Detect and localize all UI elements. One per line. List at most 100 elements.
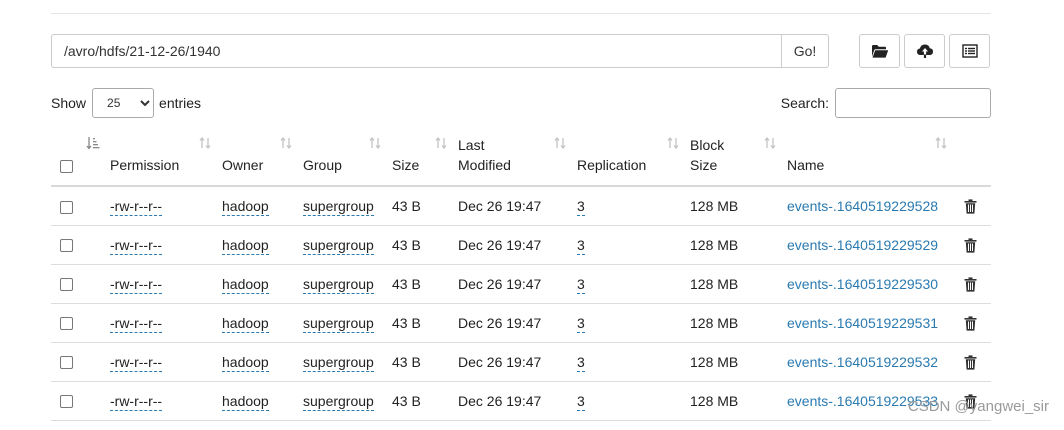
file-name-link[interactable]: events-.1640519229528 (787, 198, 938, 214)
create-directory-button[interactable] (859, 34, 900, 68)
size-value: 43 B (392, 275, 421, 292)
path-input[interactable] (51, 34, 781, 68)
replication-editable[interactable]: 3 (577, 197, 585, 216)
modified-cell: Dec 26 19:47 (458, 225, 577, 265)
block-size-cell: 128 MB (690, 264, 787, 304)
upload-button[interactable] (904, 34, 945, 68)
trash-icon[interactable] (964, 238, 977, 253)
block-size-cell: 128 MB (690, 381, 787, 421)
permission-editable[interactable]: -rw-r--r-- (110, 197, 163, 216)
owner-editable[interactable]: hadoop (222, 236, 269, 255)
row-checkbox[interactable] (60, 200, 73, 214)
permission-cell: -rw-r--r-- (110, 303, 222, 343)
owner-editable[interactable]: hadoop (222, 392, 269, 411)
trash-icon[interactable] (964, 316, 977, 331)
column-header[interactable]: Block Size (690, 130, 787, 187)
trash-icon[interactable] (964, 199, 977, 214)
group-editable[interactable]: supergroup (303, 236, 374, 255)
column-header[interactable]: Group (303, 130, 392, 187)
file-table: Permission Owner Group Size Last Modified Rep… (51, 130, 991, 421)
sort-icon[interactable] (368, 136, 382, 150)
permission-cell: -rw-r--r-- (110, 381, 222, 421)
owner-cell: hadoop (222, 264, 303, 304)
table-row: -rw-r--r-- hadoop supergroup 43 B Dec 26 19:… (51, 225, 991, 265)
trash-icon[interactable] (964, 277, 977, 292)
modified-value: Dec 26 19:47 (458, 392, 542, 409)
column-header-label: Last Modified (458, 137, 511, 173)
owner-editable[interactable]: hadoop (222, 197, 269, 216)
search-control: Search: (781, 88, 991, 118)
modified-cell: Dec 26 19:47 (458, 186, 577, 226)
owner-cell: hadoop (222, 342, 303, 382)
group-editable[interactable]: supergroup (303, 392, 374, 411)
sort-ascending-icon[interactable] (86, 136, 100, 150)
column-header-label: Permission (110, 157, 180, 173)
replication-cell: 3 (577, 186, 690, 226)
row-checkbox[interactable] (60, 395, 73, 409)
permission-editable[interactable]: -rw-r--r-- (110, 314, 163, 333)
owner-editable[interactable]: hadoop (222, 353, 269, 372)
sort-icon[interactable] (666, 136, 680, 150)
replication-editable[interactable]: 3 (577, 392, 585, 411)
sort-icon[interactable] (434, 136, 448, 150)
group-editable[interactable]: supergroup (303, 353, 374, 372)
column-header[interactable]: Permission (110, 130, 222, 187)
list-icon (961, 44, 978, 58)
name-cell: events-.1640519229529 (787, 225, 958, 265)
sort-icon[interactable] (198, 136, 212, 150)
owner-editable[interactable]: hadoop (222, 275, 269, 294)
replication-cell: 3 (577, 264, 690, 304)
owner-editable[interactable]: hadoop (222, 314, 269, 333)
permission-editable[interactable]: -rw-r--r-- (110, 275, 163, 294)
row-checkbox[interactable] (60, 356, 73, 370)
permission-cell: -rw-r--r-- (110, 225, 222, 265)
owner-cell: hadoop (222, 303, 303, 343)
permission-editable[interactable]: -rw-r--r-- (110, 236, 163, 255)
permission-editable[interactable]: -rw-r--r-- (110, 353, 163, 372)
modified-value: Dec 26 19:47 (458, 197, 542, 214)
file-name-link[interactable]: events-.1640519229532 (787, 354, 938, 370)
sort-icon[interactable] (553, 136, 567, 150)
folder-open-icon (871, 44, 888, 58)
group-editable[interactable]: supergroup (303, 314, 374, 333)
sort-icon[interactable] (934, 136, 948, 150)
row-checkbox[interactable] (60, 278, 73, 292)
file-name-link[interactable]: events-.1640519229531 (787, 315, 938, 331)
replication-editable[interactable]: 3 (577, 353, 585, 372)
name-cell: events-.1640519229528 (787, 186, 958, 226)
group-cell: supergroup (303, 264, 392, 304)
size-cell: 43 B (392, 303, 458, 343)
row-checkbox[interactable] (60, 317, 73, 331)
size-value: 43 B (392, 392, 421, 409)
row-select-cell (51, 342, 110, 382)
select-all-checkbox[interactable] (60, 159, 73, 173)
modified-value: Dec 26 19:47 (458, 275, 542, 292)
file-name-link[interactable]: events-.1640519229529 (787, 237, 938, 253)
go-button[interactable]: Go! (781, 34, 829, 68)
permission-editable[interactable]: -rw-r--r-- (110, 392, 163, 411)
column-header[interactable]: Name (787, 130, 958, 187)
replication-editable[interactable]: 3 (577, 275, 585, 294)
file-name-link[interactable]: events-.1640519229530 (787, 276, 938, 292)
group-editable[interactable]: supergroup (303, 275, 374, 294)
search-input[interactable] (835, 88, 991, 118)
replication-editable[interactable]: 3 (577, 314, 585, 333)
block-size-value: 128 MB (690, 314, 739, 331)
sort-icon[interactable] (279, 136, 293, 150)
sort-icon[interactable] (763, 136, 777, 150)
replication-cell: 3 (577, 303, 690, 343)
replication-editable[interactable]: 3 (577, 236, 585, 255)
block-size-value: 128 MB (690, 275, 739, 292)
trash-icon[interactable] (964, 355, 977, 370)
column-header[interactable]: Replication (577, 130, 690, 187)
row-checkbox[interactable] (60, 239, 73, 253)
permission-cell: -rw-r--r-- (110, 186, 222, 226)
column-header[interactable]: Owner (222, 130, 303, 187)
size-value: 43 B (392, 197, 421, 214)
watermark: CSDN @yangwei_sir (907, 398, 1049, 415)
column-header[interactable]: Last Modified (458, 130, 577, 187)
list-view-button[interactable] (949, 34, 990, 68)
entries-select[interactable]: 25 (92, 88, 155, 118)
column-header[interactable]: Size (392, 130, 458, 187)
group-editable[interactable]: supergroup (303, 197, 374, 216)
